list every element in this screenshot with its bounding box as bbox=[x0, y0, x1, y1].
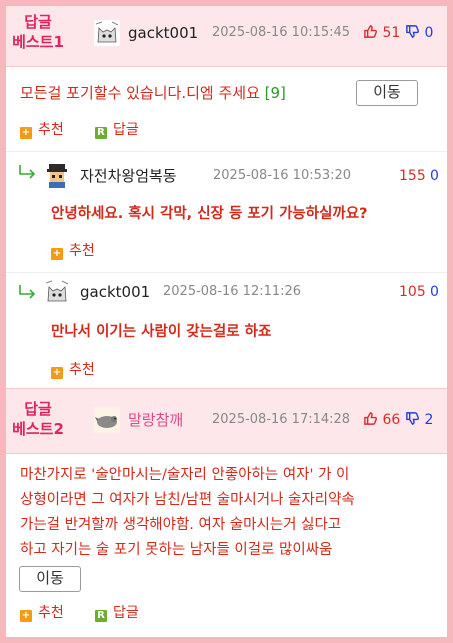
reply2-text: 만나서 이기는 사람이 갖는걸로 하죠 bbox=[51, 324, 272, 340]
reply1-recommend-label: 추천 bbox=[69, 243, 95, 259]
best2-username[interactable]: 말랑참깨 bbox=[128, 410, 183, 430]
best1-text-row: 모든걸 포기할수 있습니다.디엠 주세요 [9] bbox=[20, 81, 286, 105]
reply1-text: 안녕하세요. 혹시 각막, 신장 등 포기 가능하실까요? bbox=[51, 206, 368, 222]
best1-down-count: 0 bbox=[424, 25, 434, 41]
reply1-recommend-button[interactable]: + 추천 bbox=[51, 242, 95, 260]
avatar-bird-icon[interactable] bbox=[94, 407, 120, 433]
comment-frame: 답글 베스트1 gackt001 2025-08-16 10:15:45 51 bbox=[6, 6, 447, 637]
reply1-up-count[interactable]: 155 bbox=[399, 166, 426, 186]
best2-header: 답글 베스트2 말랑참깨 2025-08-16 17:14:28 66 2 bbox=[6, 388, 447, 454]
best1-upvote[interactable]: 51 bbox=[363, 23, 400, 45]
reply1-down-count[interactable]: 0 bbox=[430, 166, 439, 186]
thumbs-down-icon bbox=[405, 411, 420, 432]
best2-badge: 답글 베스트2 bbox=[6, 399, 70, 439]
reply2-username[interactable]: gackt001 bbox=[80, 282, 150, 302]
best2-badge-line1: 답글 bbox=[24, 400, 52, 418]
avatar-cat-icon[interactable] bbox=[44, 279, 70, 305]
best2-reply-label: 답글 bbox=[113, 605, 139, 621]
reply-arrow-icon bbox=[18, 284, 38, 304]
best1-text: 모든걸 포기할수 있습니다.디엠 주세요 bbox=[20, 84, 260, 102]
avatar-pixel-icon[interactable] bbox=[44, 162, 70, 188]
best1-up-count: 51 bbox=[382, 25, 401, 41]
thumbs-up-icon bbox=[363, 24, 378, 45]
divider bbox=[6, 151, 447, 152]
best2-reply-button[interactable]: R 답글 bbox=[95, 604, 139, 622]
reply-square-icon: R bbox=[95, 610, 107, 622]
best2-recommend-label: 추천 bbox=[38, 605, 64, 621]
best1-username[interactable]: gackt001 bbox=[128, 23, 198, 43]
plus-square-icon: + bbox=[20, 610, 32, 622]
best1-recommend-label: 추천 bbox=[38, 122, 64, 138]
best2-text-line: 가는걸 반겨할까 생각해야함. 여자 술마시는거 싫다고 bbox=[20, 517, 342, 533]
best2-recommend-button[interactable]: + 추천 bbox=[20, 604, 64, 622]
reply2-up-count[interactable]: 105 bbox=[399, 282, 426, 302]
best2-down-count: 2 bbox=[424, 412, 434, 428]
best2-text-line: 상형이라면 그 여자가 남친/남편 술마시거나 술자리약속 bbox=[20, 492, 355, 508]
best1-header: 답글 베스트1 gackt001 2025-08-16 10:15:45 51 bbox=[6, 6, 447, 67]
best2-move-button[interactable]: 이동 bbox=[19, 566, 81, 592]
reply-arrow-icon bbox=[18, 164, 38, 184]
best1-timestamp: 2025-08-16 10:15:45 bbox=[212, 25, 351, 40]
best2-downvote[interactable]: 2 bbox=[405, 410, 433, 432]
best2-upvote[interactable]: 66 bbox=[363, 410, 400, 432]
best1-badge-line2: 베스트1 bbox=[12, 33, 64, 51]
reply1-timestamp: 2025-08-16 10:53:20 bbox=[213, 168, 352, 183]
plus-square-icon: + bbox=[20, 127, 32, 139]
best1-reply-button[interactable]: R 답글 bbox=[95, 121, 139, 139]
reply2-recommend-button[interactable]: + 추천 bbox=[51, 361, 95, 379]
best1-downvote[interactable]: 0 bbox=[405, 23, 433, 45]
best1-badge-line1: 답글 bbox=[24, 13, 52, 31]
reply2-timestamp: 2025-08-16 12:11:26 bbox=[163, 284, 302, 299]
avatar-cat-icon[interactable] bbox=[94, 20, 120, 46]
best1-recommend-button[interactable]: + 추천 bbox=[20, 121, 64, 139]
reply-square-icon: R bbox=[95, 127, 107, 139]
plus-square-icon: + bbox=[51, 248, 63, 260]
best2-up-count: 66 bbox=[382, 412, 401, 428]
best2-text: 마찬가지로 '술안마시는/술자리 안좋아하는 여자' 가 이 상형이라면 그 여… bbox=[20, 463, 440, 563]
thumbs-up-icon bbox=[363, 411, 378, 432]
divider bbox=[6, 272, 447, 273]
best2-badge-line2: 베스트2 bbox=[12, 420, 64, 438]
best1-reply-count[interactable]: [9] bbox=[265, 84, 286, 102]
best1-badge: 답글 베스트1 bbox=[6, 12, 70, 52]
reply1-username[interactable]: 자전차왕엄복동 bbox=[80, 166, 177, 186]
best2-text-line: 하고 자기는 술 포기 못하는 남자들 이걸로 많이싸움 bbox=[20, 542, 333, 558]
plus-square-icon: + bbox=[51, 367, 63, 379]
best1-move-button[interactable]: 이동 bbox=[356, 80, 418, 106]
reply2-down-count[interactable]: 0 bbox=[430, 282, 439, 302]
best2-timestamp: 2025-08-16 17:14:28 bbox=[212, 412, 351, 427]
reply2-recommend-label: 추천 bbox=[69, 362, 95, 378]
best2-text-line: 마찬가지로 '술안마시는/술자리 안좋아하는 여자' 가 이 bbox=[20, 467, 350, 483]
best1-reply-label: 답글 bbox=[113, 122, 139, 138]
thumbs-down-icon bbox=[405, 24, 420, 45]
